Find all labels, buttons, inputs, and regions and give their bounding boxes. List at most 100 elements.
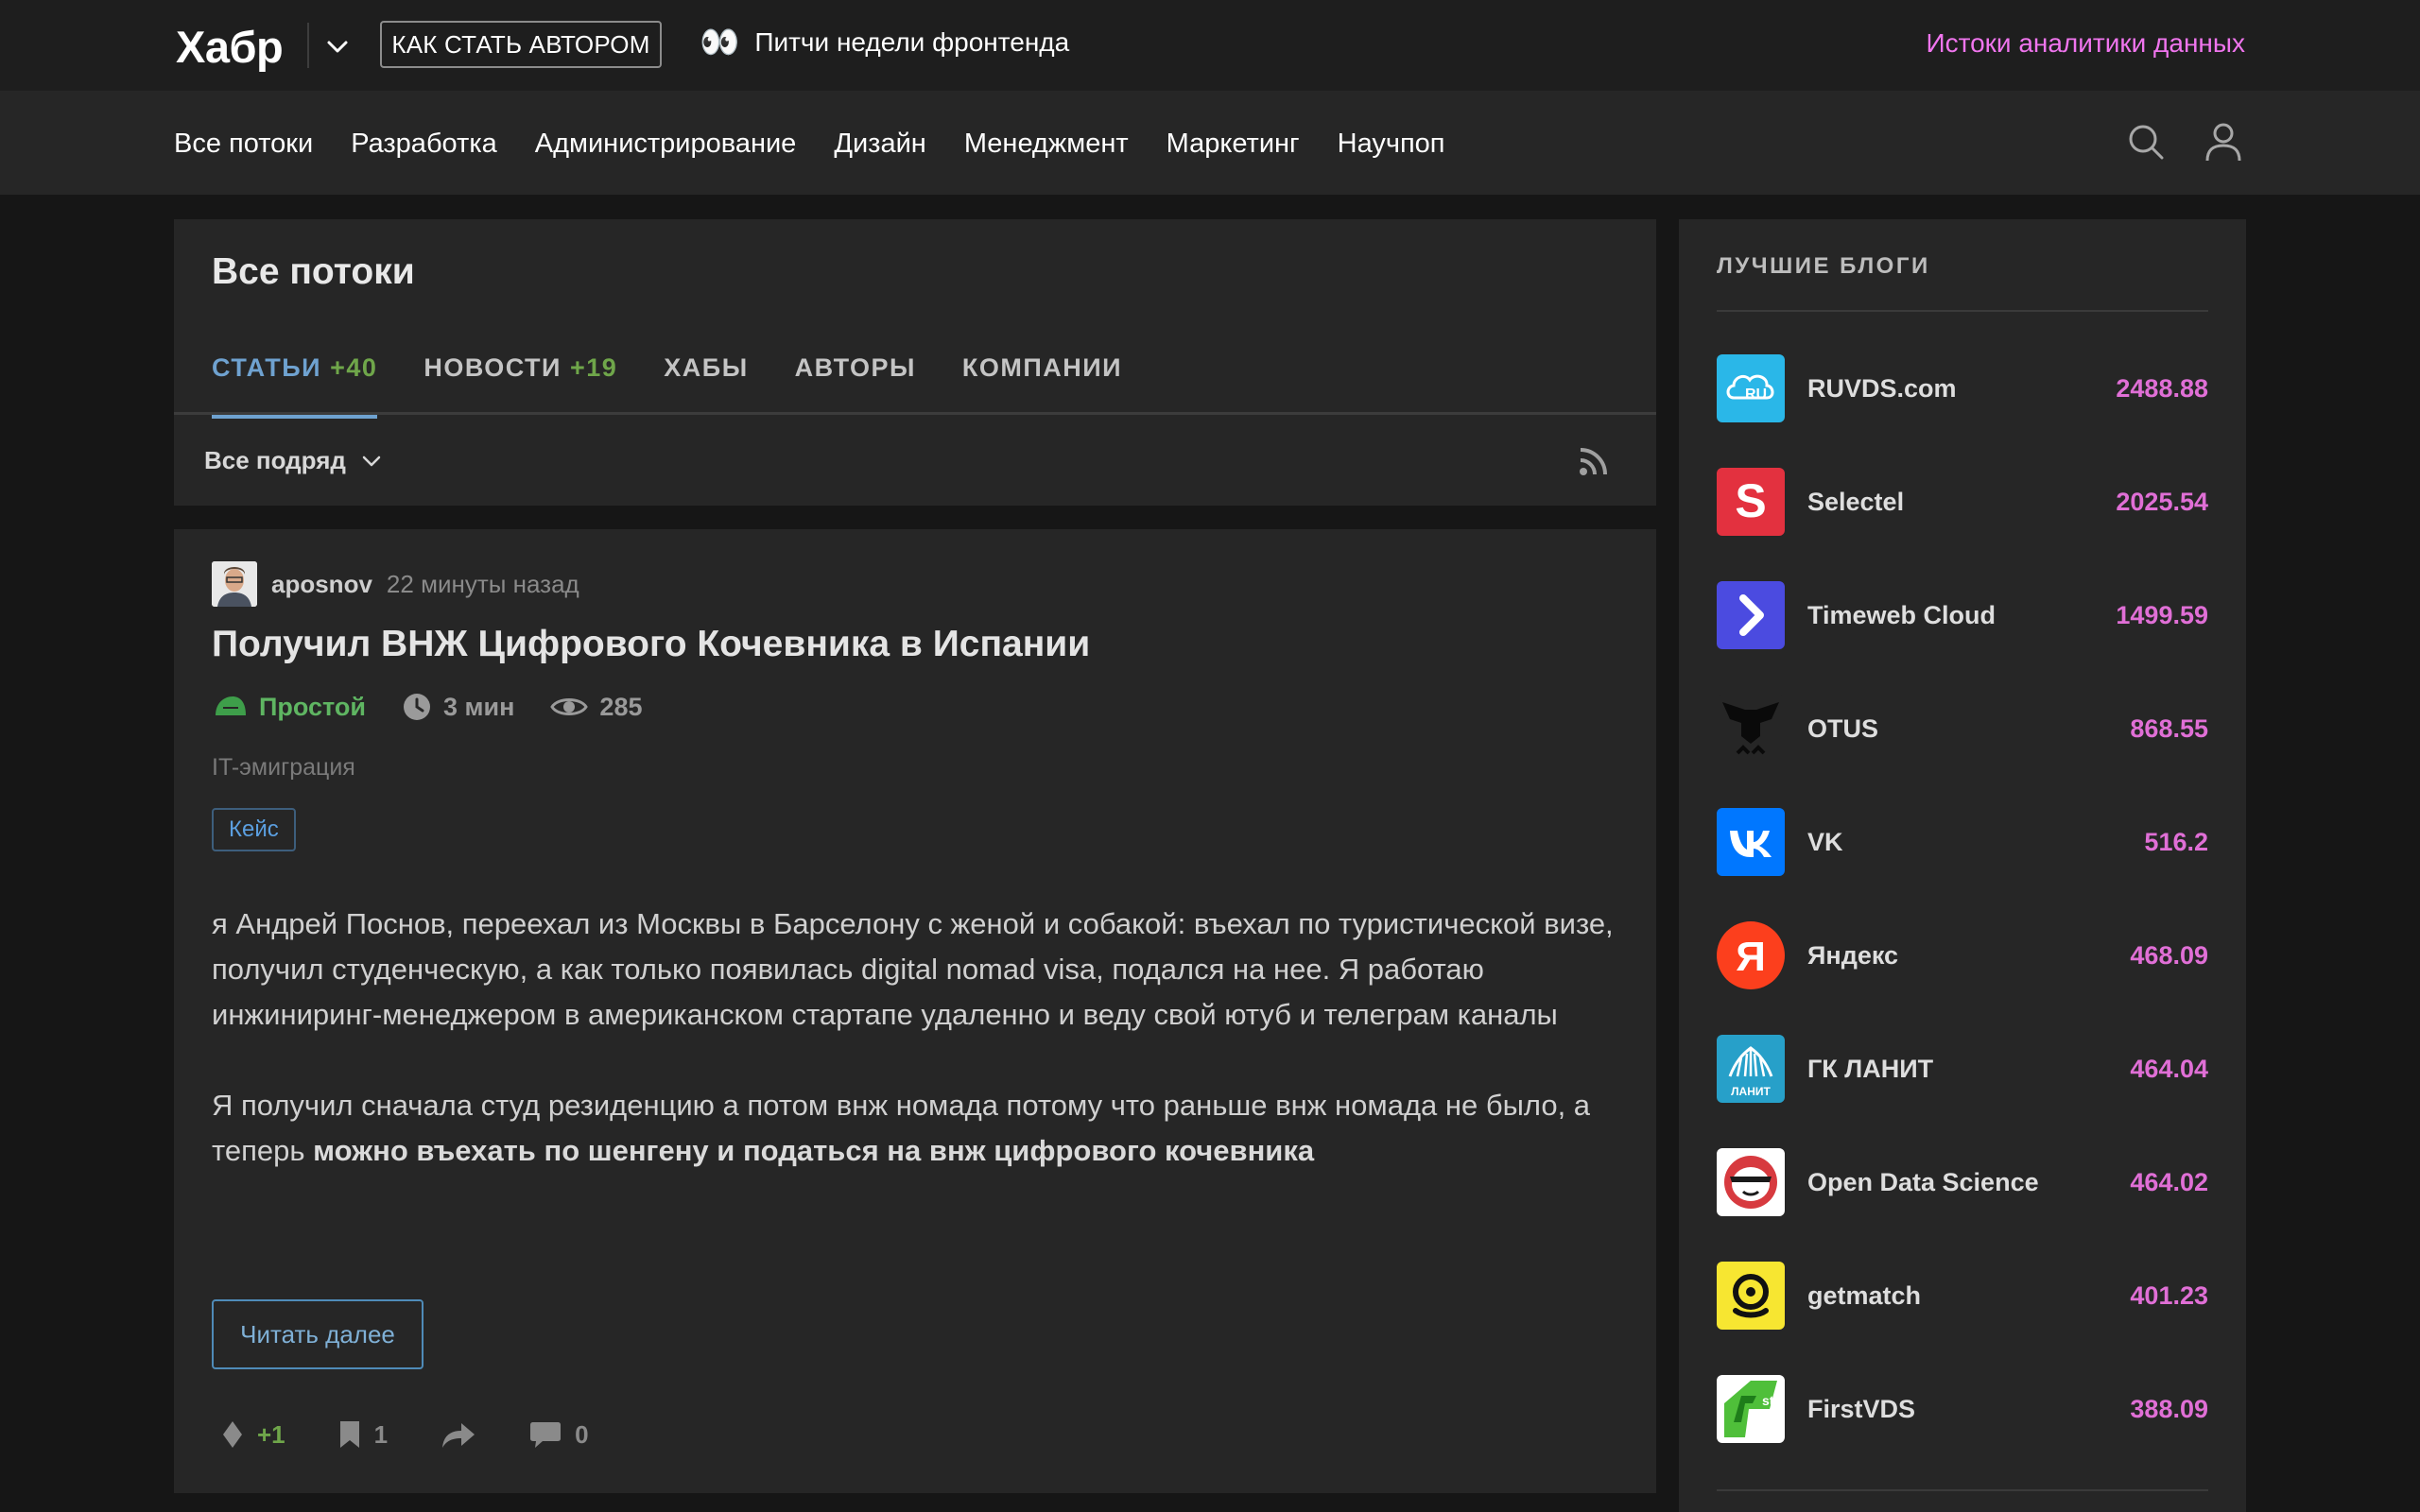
otus-logo-icon [1717, 695, 1785, 763]
nav-bar: Все потоки Разработка Администрирование … [0, 91, 2420, 195]
eye-icon [550, 698, 589, 715]
svg-text:RU: RU [1745, 387, 1767, 403]
nav-item-development[interactable]: Разработка [351, 129, 497, 160]
svg-text:st: st [1762, 1393, 1774, 1408]
yandex-logo-icon: Я [1717, 921, 1785, 989]
vote-button[interactable]: +1 [221, 1419, 285, 1450]
eyes-icon: 👀 [700, 25, 740, 60]
article-preview: я Андрей Поснов, переехал из Москвы в Ба… [212, 902, 1620, 1219]
read-more-button[interactable]: Читать далее [212, 1299, 424, 1369]
reading-time: 3 мин [402, 692, 514, 722]
feed-header: Все потоки СТАТЬИ +40 НОВОСТИ +19 ХАБЫ А… [174, 219, 1656, 506]
nav-item-management[interactable]: Менеджмент [964, 129, 1129, 160]
reading-time-label: 3 мин [443, 692, 515, 721]
nav-item-administration[interactable]: Администрирование [535, 129, 797, 160]
bookmark-button[interactable]: 1 [338, 1419, 388, 1450]
blog-item[interactable]: Timeweb Cloud 1499.59 [1717, 580, 2208, 650]
blog-item[interactable]: VK 516.2 [1717, 807, 2208, 877]
tab-companies[interactable]: КОМПАНИИ [962, 353, 1122, 419]
svg-text:ЛАНИТ: ЛАНИТ [1731, 1085, 1771, 1098]
filter-dropdown[interactable]: Все подряд [204, 446, 384, 475]
blog-rating: 516.2 [2144, 827, 2208, 856]
blog-rating: 1499.59 [2116, 600, 2208, 629]
tab-articles[interactable]: СТАТЬИ +40 [212, 353, 378, 419]
blog-item[interactable]: S Selectel 2025.54 [1717, 467, 2208, 537]
tab-news[interactable]: НОВОСТИ +19 [424, 353, 617, 419]
article-meta: Простой 3 мин 285 [214, 692, 642, 722]
lanit-logo-icon: ЛАНИТ [1717, 1035, 1785, 1103]
article-card: aposnov 22 минуты назад Получил ВНЖ Цифр… [174, 529, 1656, 1493]
selectel-logo-icon: S [1717, 468, 1785, 536]
blog-rating: 401.23 [2130, 1280, 2208, 1310]
bookmark-icon [339, 1421, 359, 1448]
timeweb-logo-icon [1717, 581, 1785, 649]
firstvds-logo-icon: st [1717, 1375, 1785, 1443]
blog-name: VK [1807, 827, 1843, 856]
preview-paragraph: Я получил сначала студ резиденцию а пото… [212, 1089, 1591, 1167]
blog-item[interactable]: Open Data Science 464.02 [1717, 1147, 2208, 1217]
preview-paragraph: я Андрей Поснов, переехал из Москвы в Ба… [212, 907, 1614, 1031]
ruvds-logo-icon: RU [1717, 354, 1785, 422]
user-icon[interactable] [2203, 121, 2244, 163]
svg-text:Я: Я [1736, 934, 1766, 980]
bookmarks-count: 1 [373, 1419, 389, 1449]
nav-item-popsci[interactable]: Научпоп [1338, 129, 1445, 160]
blog-name: Яндекс [1807, 940, 1899, 970]
blog-name: ГК ЛАНИТ [1807, 1054, 1934, 1083]
blog-item[interactable]: Я Яндекс 468.09 [1717, 920, 2208, 990]
ods-logo-icon [1717, 1148, 1785, 1216]
comments-count: 0 [575, 1419, 589, 1449]
hub-link[interactable]: IT-эмиграция [212, 754, 355, 782]
blog-rating: 388.09 [2130, 1394, 2208, 1423]
svg-text:S: S [1735, 474, 1766, 527]
habr-logo[interactable]: Хабр [176, 21, 284, 73]
blog-item[interactable]: ЛАНИТ ГК ЛАНИТ 464.04 [1717, 1034, 2208, 1104]
rss-icon[interactable] [1577, 444, 1611, 478]
nav-item-design[interactable]: Дизайн [834, 129, 925, 160]
nav-item-all-flows[interactable]: Все потоки [174, 129, 313, 160]
promo-link[interactable]: 👀 Питчи недели фронтенда [700, 26, 1069, 59]
article-tag[interactable]: Кейс [212, 808, 296, 851]
article-actions: +1 1 0 [221, 1419, 642, 1450]
share-button[interactable] [441, 1419, 476, 1450]
nav-menu: Все потоки Разработка Администрирование … [174, 129, 1445, 160]
author-name[interactable]: aposnov [271, 570, 372, 599]
tab-hubs[interactable]: ХАБЫ [664, 353, 748, 419]
comment-icon [530, 1422, 562, 1448]
blog-item[interactable]: getmatch 401.23 [1717, 1261, 2208, 1331]
sidebar-divider [1717, 1489, 2208, 1491]
nav-item-marketing[interactable]: Маркетинг [1167, 129, 1300, 160]
comments-button[interactable]: 0 [529, 1419, 589, 1450]
difficulty-badge: Простой [214, 693, 366, 722]
blog-name: OTUS [1807, 713, 1879, 743]
article-title[interactable]: Получил ВНЖ Цифрового Кочевника в Испани… [212, 624, 1090, 665]
views-count: 285 [550, 693, 642, 722]
sidebar-divider [1717, 310, 2208, 312]
getmatch-logo-icon [1717, 1262, 1785, 1330]
top-right-promo-link[interactable]: Истоки аналитики данных [1926, 28, 2245, 59]
blog-rating: 2025.54 [2116, 487, 2208, 516]
blog-name: Open Data Science [1807, 1167, 2039, 1196]
tabs-divider [174, 412, 1656, 415]
vk-logo-icon [1717, 808, 1785, 876]
tab-authors[interactable]: АВТОРЫ [795, 353, 916, 419]
blog-item[interactable]: RU RUVDS.com 2488.88 [1717, 353, 2208, 423]
how-to-become-author-button[interactable]: КАК СТАТЬ АВТОРОМ [380, 21, 662, 68]
filter-label: Все подряд [204, 446, 346, 474]
clock-icon [404, 694, 431, 720]
difficulty-icon [216, 696, 246, 715]
rating-icon [223, 1421, 242, 1448]
blog-name: FirstVDS [1807, 1394, 1916, 1423]
views-label: 285 [599, 692, 643, 721]
page-title: Все потоки [212, 251, 415, 292]
chevron-down-icon[interactable] [323, 32, 352, 60]
chevron-down-icon [362, 455, 381, 466]
publish-time: 22 минуты назад [386, 569, 579, 598]
feed-tabs: СТАТЬИ +40 НОВОСТИ +19 ХАБЫ АВТОРЫ КОМПА… [212, 353, 1122, 419]
search-icon[interactable] [2127, 123, 2165, 161]
blog-rating: 464.04 [2130, 1054, 2208, 1083]
blog-item[interactable]: OTUS 868.55 [1717, 694, 2208, 764]
avatar[interactable] [212, 561, 257, 607]
blog-rating: 868.55 [2130, 713, 2208, 743]
blog-item[interactable]: st FirstVDS 388.09 [1717, 1374, 2208, 1444]
